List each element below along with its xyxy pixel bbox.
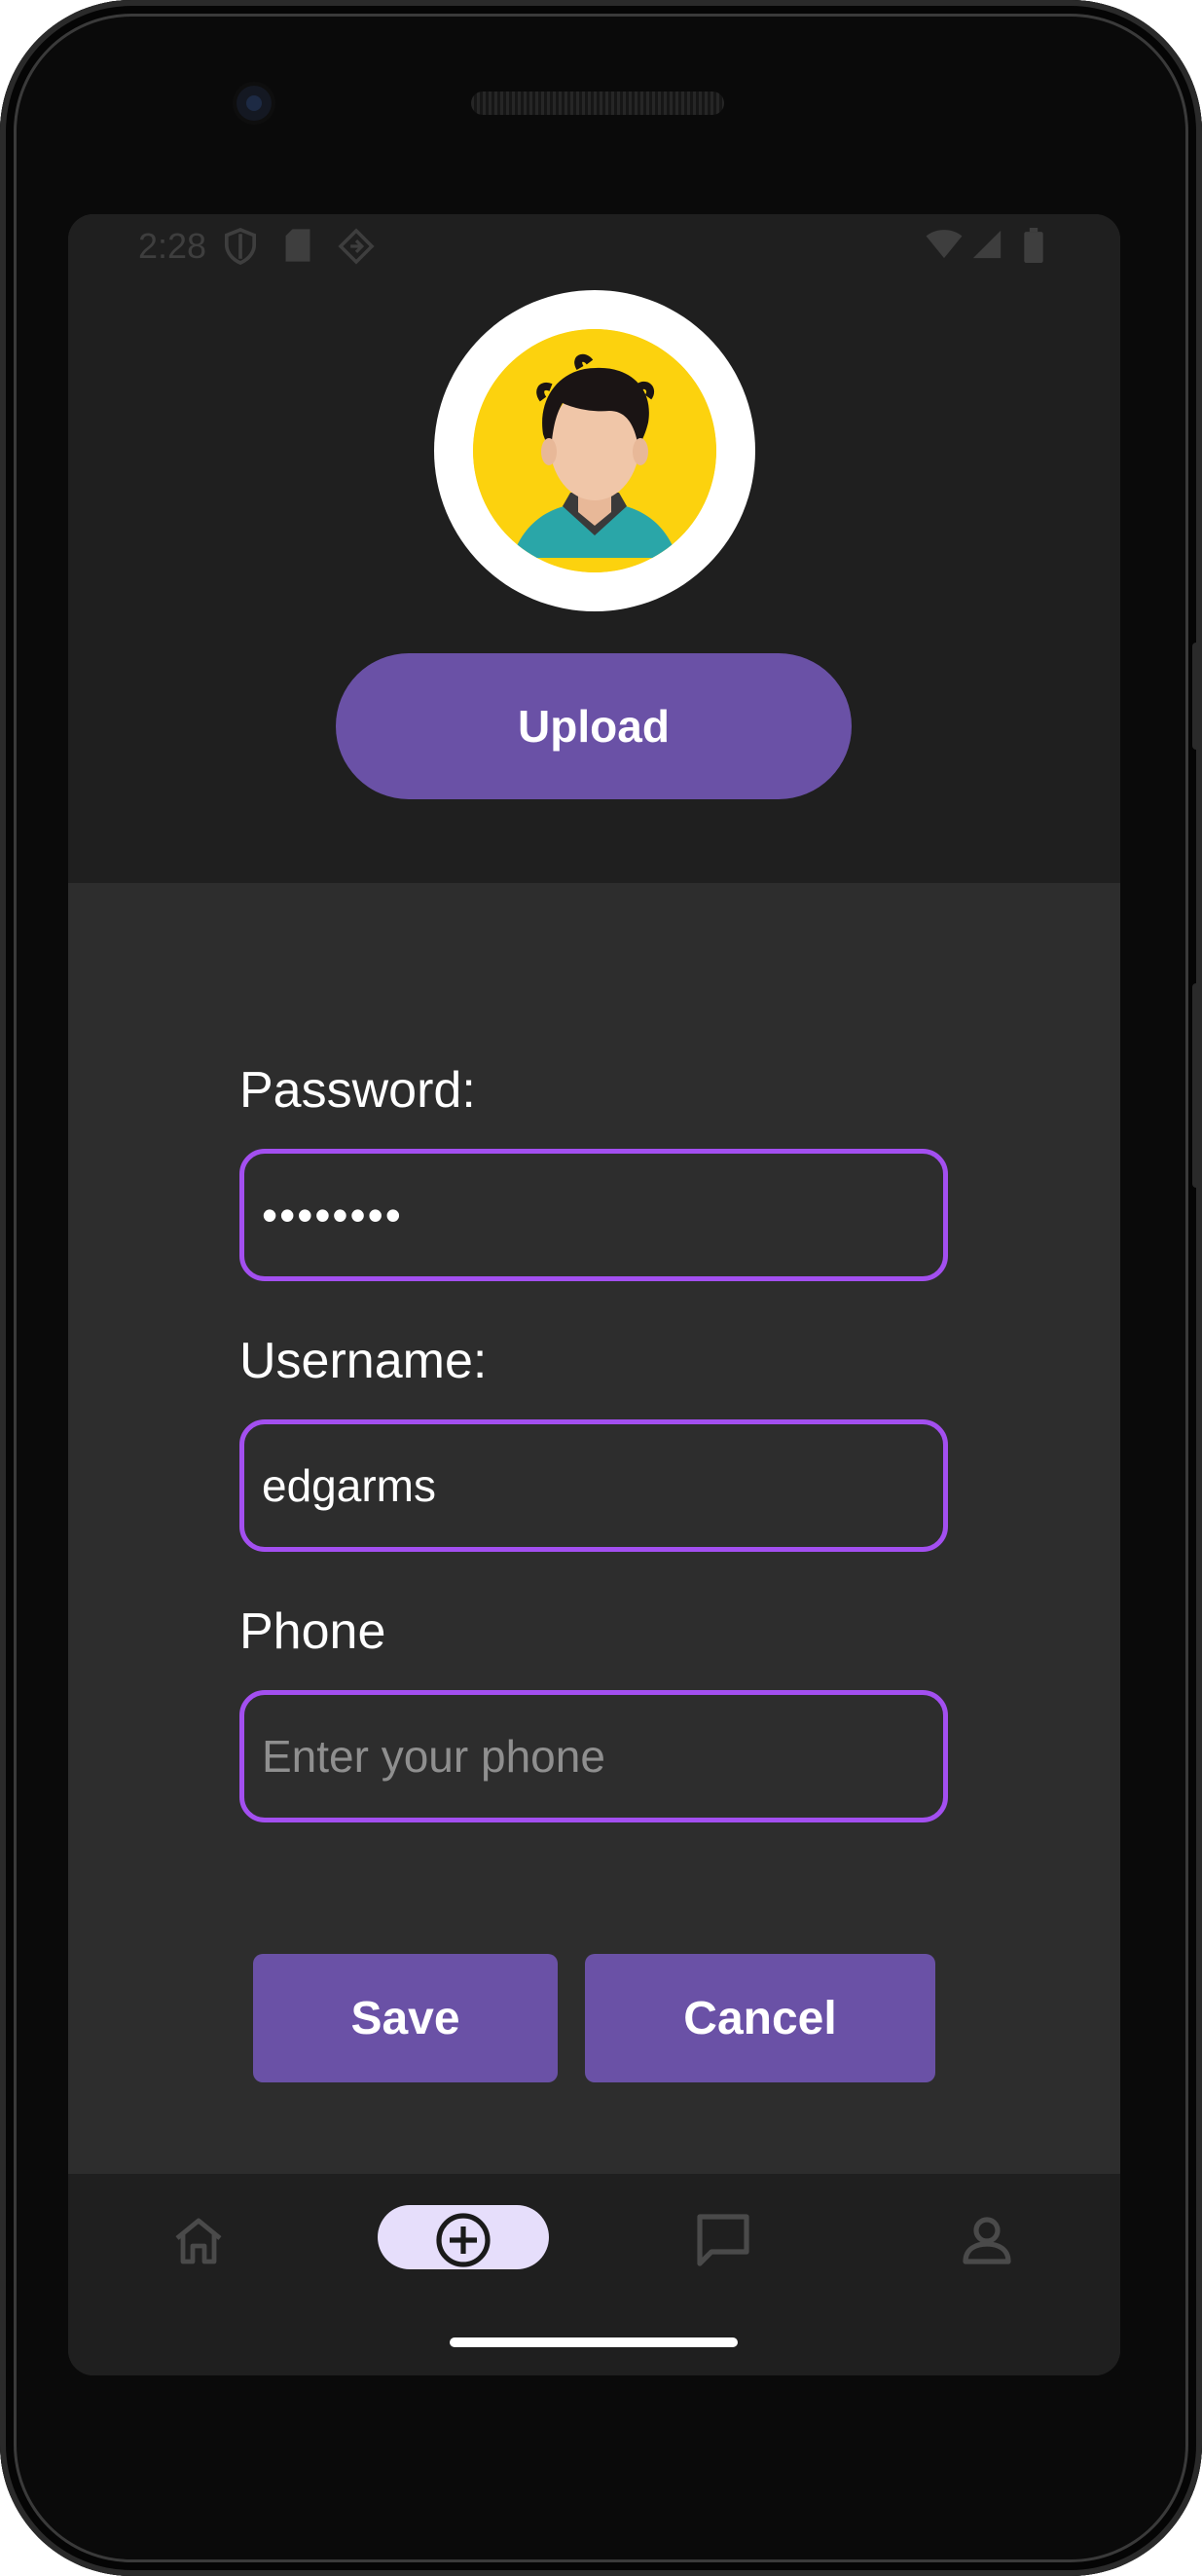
- sd-card-icon: [284, 228, 311, 272]
- bottom-navigation: [68, 2174, 1120, 2375]
- cast-icon: [337, 228, 376, 274]
- profile-icon: [963, 2217, 1011, 2264]
- nav-item-chat[interactable]: [665, 2201, 782, 2279]
- signal-icon: [969, 228, 1004, 270]
- battery-icon: [1024, 228, 1043, 272]
- volume-button: [1192, 643, 1200, 750]
- home-icon: [175, 2218, 222, 2264]
- password-field[interactable]: [239, 1149, 948, 1281]
- phone-label: Phone: [239, 1603, 386, 1660]
- chat-icon: [697, 2214, 749, 2266]
- earpiece-speaker: [471, 92, 724, 115]
- avatar[interactable]: [434, 290, 755, 611]
- power-button: [1192, 983, 1200, 1188]
- profile-header: 2:28 Upload: [68, 214, 1120, 883]
- wifi-icon: [925, 228, 964, 270]
- phone-frame: 2:28 Upload Password: •••••••• Username:…: [0, 0, 1202, 2576]
- shield-icon: [224, 228, 257, 274]
- username-field[interactable]: [239, 1419, 948, 1552]
- nav-item-add[interactable]: [405, 2201, 522, 2279]
- password-label: Password:: [239, 1062, 476, 1119]
- nav-item-profile[interactable]: [929, 2201, 1045, 2279]
- app-screen: 2:28 Upload Password: •••••••• Username:…: [68, 214, 1120, 2375]
- username-label: Username:: [239, 1333, 488, 1389]
- status-bar: 2:28: [68, 214, 1120, 278]
- status-time: 2:28: [138, 226, 207, 266]
- home-indicator[interactable]: [450, 2337, 738, 2347]
- phone-field[interactable]: [239, 1690, 948, 1822]
- person-avatar-icon: [473, 329, 716, 572]
- cancel-button[interactable]: Cancel: [585, 1954, 935, 2082]
- front-camera: [237, 86, 272, 121]
- save-button[interactable]: Save: [253, 1954, 558, 2082]
- add-circle-icon: [436, 2213, 491, 2267]
- upload-button[interactable]: Upload: [336, 653, 852, 799]
- nav-item-home[interactable]: [140, 2201, 257, 2279]
